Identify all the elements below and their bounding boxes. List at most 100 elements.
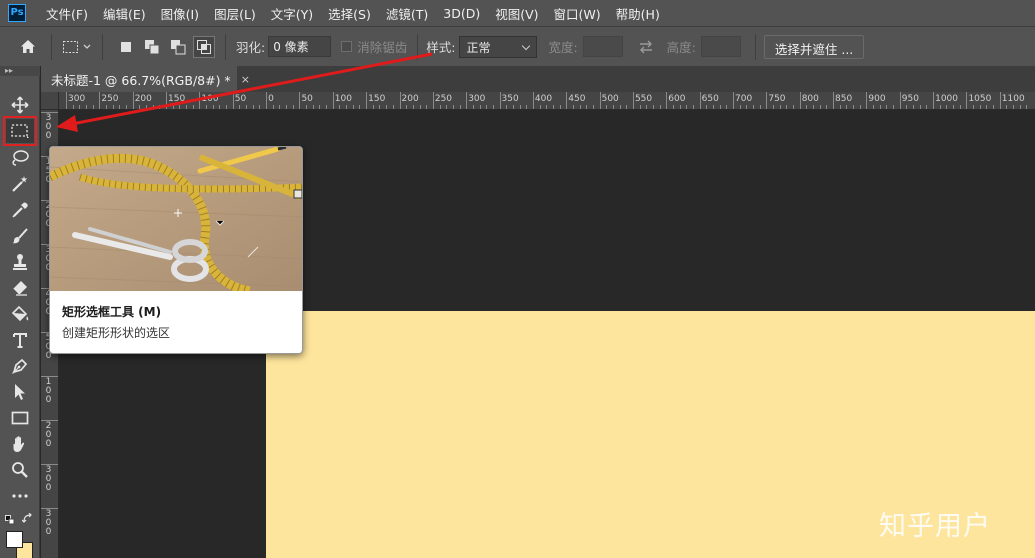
- ruler-minor-tick: [786, 105, 788, 109]
- ruler-label: 0: [268, 94, 274, 104]
- ruler-tick: [599, 92, 601, 109]
- width-input[interactable]: [582, 36, 623, 57]
- document-tab-bar: 未标题-1 @ 66.7%(RGB/8#) * ×: [41, 66, 1035, 92]
- antialias-checkbox[interactable]: [341, 41, 353, 52]
- ruler-label: 1000: [935, 94, 958, 104]
- ruler-tick: [933, 92, 935, 109]
- menu-view[interactable]: 视图(V): [495, 4, 538, 23]
- ruler-minor-tick: [252, 105, 254, 109]
- menu-window[interactable]: 窗口(W): [554, 4, 601, 23]
- tooltip-description: 创建矩形形状的选区: [62, 326, 171, 340]
- pen-tool[interactable]: [6, 354, 34, 378]
- ruler-minor-tick: [339, 105, 341, 109]
- tooltip-title: 矩形选框工具 (M): [62, 305, 162, 319]
- ruler-minor-tick: [352, 105, 354, 109]
- ruler-minor-tick: [179, 105, 181, 109]
- ruler-minor-tick: [853, 105, 855, 109]
- brush-icon: [11, 227, 29, 245]
- ruler-label: 400: [534, 94, 553, 104]
- paint-bucket-tool[interactable]: [6, 302, 34, 326]
- ruler-minor-tick: [813, 105, 815, 109]
- ruler-label: 600: [668, 94, 686, 104]
- ruler-minor-tick: [1006, 105, 1008, 109]
- ruler-minor-tick: [359, 105, 361, 109]
- ruler-minor-tick: [526, 105, 528, 109]
- add-to-selection-icon[interactable]: [141, 36, 163, 58]
- ruler-tick: [999, 92, 1001, 109]
- home-icon[interactable]: [17, 36, 39, 58]
- type-tool[interactable]: [6, 328, 34, 352]
- select-and-mask-button[interactable]: 选择并遮住 ...: [763, 34, 865, 59]
- ruler-minor-tick: [459, 105, 461, 109]
- panel-grip[interactable]: ▸▸: [0, 66, 40, 76]
- menu-3d[interactable]: 3D(D): [443, 6, 480, 21]
- ruler-origin[interactable]: [41, 92, 59, 110]
- eraser-tool[interactable]: [6, 276, 34, 300]
- style-select[interactable]: 正常: [459, 35, 538, 58]
- zoom-tool[interactable]: [6, 458, 34, 482]
- height-label: 高度:: [666, 40, 696, 55]
- menu-layer[interactable]: 图层(L): [214, 4, 256, 23]
- move-tool[interactable]: [6, 93, 34, 117]
- ruler-minor-tick: [939, 105, 941, 109]
- ruler-minor-tick: [712, 105, 714, 109]
- ruler-minor-tick: [779, 105, 781, 109]
- menu-filter[interactable]: 滤镜(T): [386, 4, 428, 23]
- menu-select[interactable]: 选择(S): [328, 4, 371, 23]
- path-selection-tool[interactable]: [6, 380, 34, 404]
- clone-stamp-tool[interactable]: [6, 250, 34, 274]
- ruler-minor-tick: [759, 105, 761, 109]
- eraser-icon: [11, 279, 29, 297]
- ruler-minor-tick: [612, 105, 614, 109]
- ruler-label: 150: [168, 94, 186, 104]
- clone-stamp-icon: [11, 253, 29, 271]
- eyedropper-tool[interactable]: [6, 198, 34, 222]
- foreground-color-swatch[interactable]: [6, 531, 23, 548]
- lasso-tool[interactable]: [6, 146, 34, 170]
- document-tab[interactable]: 未标题-1 @ 66.7%(RGB/8#) * ×: [41, 66, 250, 92]
- menu-image[interactable]: 图像(I): [161, 4, 199, 23]
- swap-dimensions-icon[interactable]: [635, 36, 657, 58]
- rectangle-tool[interactable]: [6, 406, 34, 430]
- new-selection-icon[interactable]: [115, 36, 137, 58]
- ruler-label: 950: [901, 94, 919, 104]
- menu-help[interactable]: 帮助(H): [616, 4, 660, 23]
- ruler-minor-tick: [973, 105, 975, 109]
- ruler-tick: [499, 92, 501, 109]
- ruler-tick: [966, 92, 968, 109]
- ruler-minor-tick: [112, 105, 114, 109]
- subtract-from-selection-icon[interactable]: [167, 36, 189, 58]
- brush-tool[interactable]: [6, 224, 34, 248]
- ruler-minor-tick: [546, 105, 548, 109]
- rectangular-marquee-tool[interactable]: [3, 116, 37, 146]
- ruler-label: 50: [301, 94, 313, 104]
- height-input[interactable]: [700, 36, 741, 57]
- ruler-minor-tick: [959, 105, 961, 109]
- antialias-label: 消除锯齿: [357, 40, 408, 55]
- horizontal-ruler[interactable]: 300 250 200 150 100 50 0 50 100 150 200 250 300 350 40…: [59, 92, 1035, 110]
- ruler-minor-tick: [639, 105, 641, 109]
- edit-toolbar-button[interactable]: [6, 484, 34, 508]
- ruler-minor-tick: [159, 105, 161, 109]
- ruler-label: 100: [334, 94, 352, 104]
- ruler-minor-tick: [126, 105, 128, 109]
- ruler-minor-tick: [806, 105, 808, 109]
- ruler-minor-tick: [512, 105, 514, 109]
- ruler-minor-tick: [506, 105, 508, 109]
- ruler-label: 750: [768, 94, 786, 104]
- ruler-minor-tick: [953, 105, 955, 109]
- swap-colors-icon[interactable]: [21, 512, 34, 525]
- default-colors-icon[interactable]: [5, 514, 15, 525]
- magic-wand-tool[interactable]: [6, 172, 34, 196]
- hand-tool[interactable]: [6, 432, 34, 456]
- rectangle-shape-icon: [11, 410, 29, 426]
- menu-type[interactable]: 文字(Y): [271, 4, 313, 23]
- feather-input[interactable]: 0 像素: [268, 36, 332, 57]
- ruler-label: 1050: [968, 94, 992, 104]
- intersect-selection-icon[interactable]: [193, 35, 215, 58]
- marquee-preset-picker[interactable]: [60, 36, 94, 58]
- ruler-minor-tick: [86, 105, 87, 109]
- menu-edit[interactable]: 编辑(E): [103, 4, 146, 23]
- close-icon[interactable]: ×: [241, 73, 250, 86]
- menu-file[interactable]: 文件(F): [46, 4, 88, 23]
